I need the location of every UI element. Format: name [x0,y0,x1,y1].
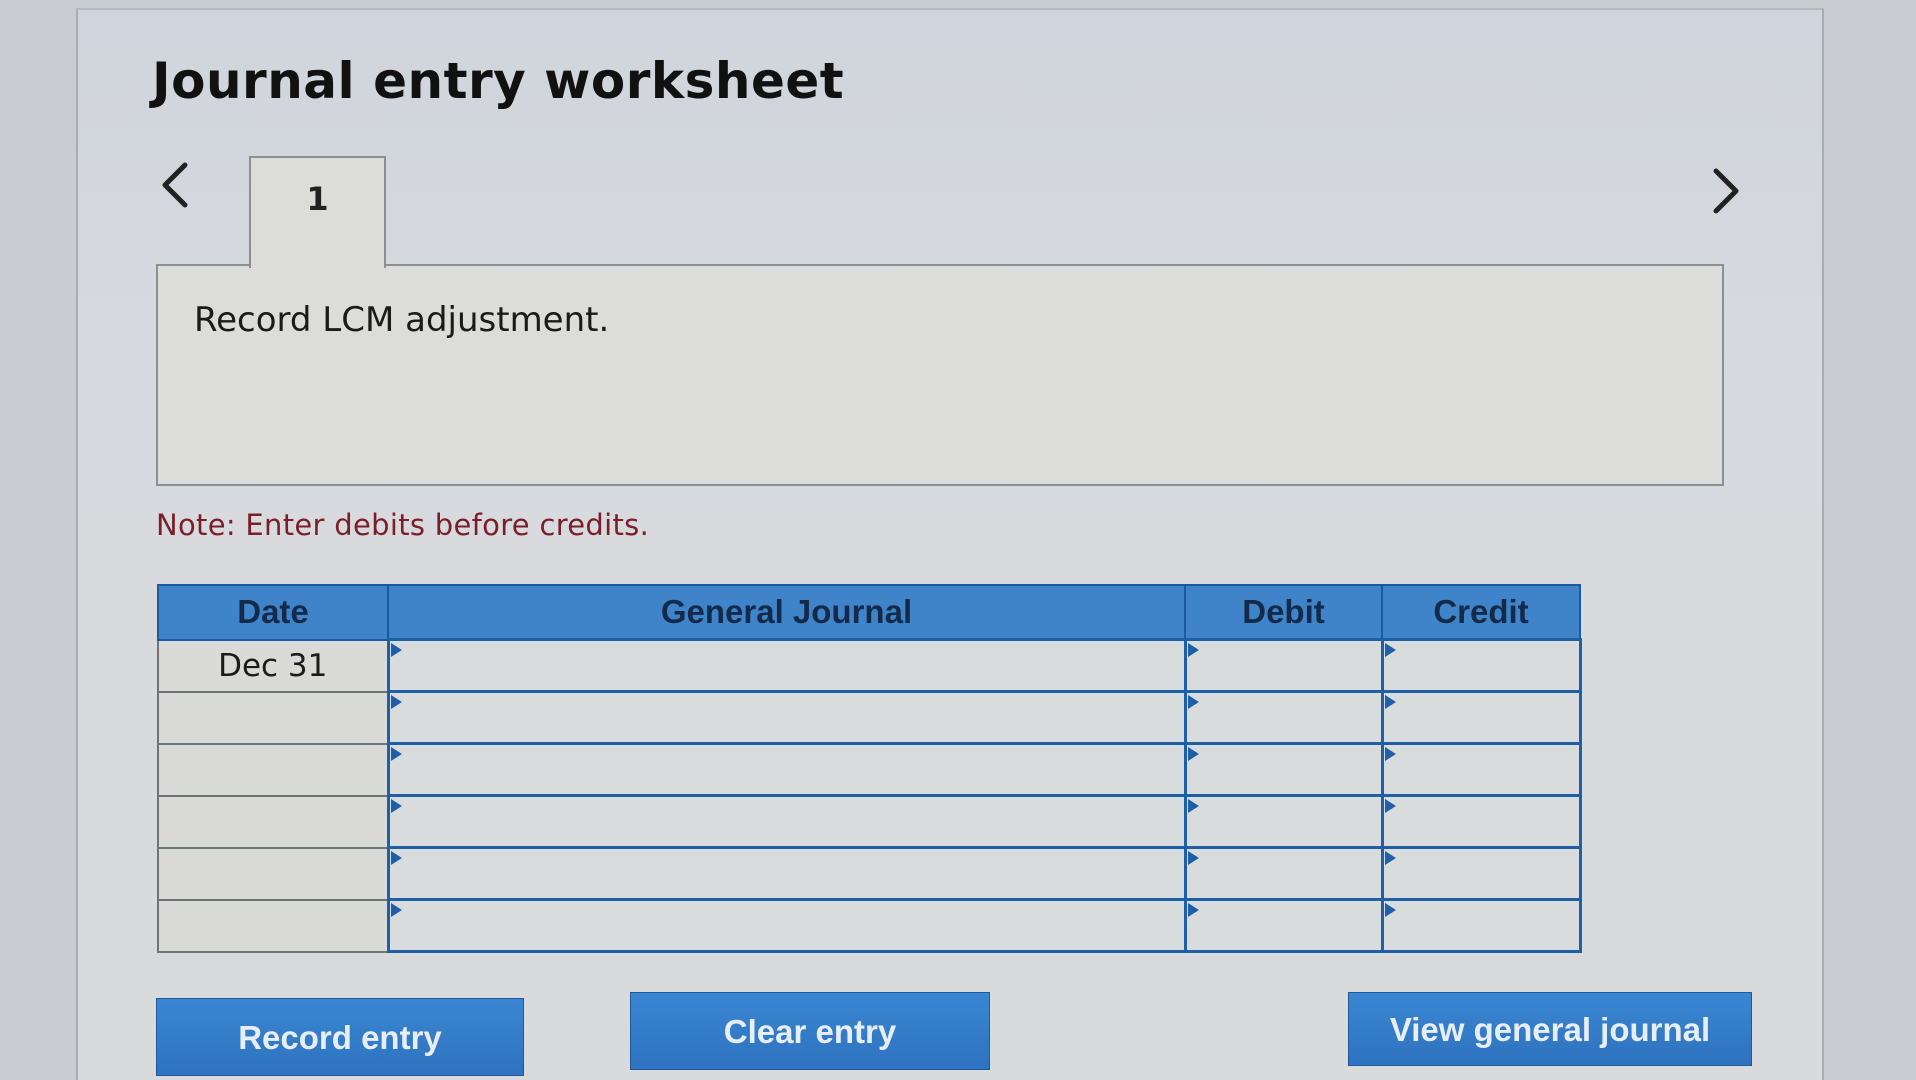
credit-input[interactable] [1380,794,1582,849]
dropdown-marker-icon [1187,851,1199,865]
date-cell[interactable] [157,846,389,901]
dropdown-marker-icon [1384,643,1396,657]
date-cell[interactable] [157,742,389,797]
table-row [157,846,1582,901]
dropdown-marker-icon [1384,799,1396,813]
credit-input[interactable] [1380,898,1582,953]
dropdown-marker-icon [390,747,402,761]
credit-input[interactable] [1380,690,1582,745]
table-row [157,898,1582,953]
table-row [157,794,1582,849]
table-row [157,690,1582,745]
dropdown-marker-icon [1187,747,1199,761]
clear-entry-button[interactable]: Clear entry [630,992,990,1070]
dropdown-marker-icon [390,903,402,917]
dropdown-marker-icon [1187,695,1199,709]
column-header-credit: Credit [1381,584,1581,641]
entry-tab-1[interactable]: 1 [249,156,386,268]
dropdown-marker-icon [1187,903,1199,917]
dropdown-marker-icon [1187,799,1199,813]
chevron-left-icon [155,160,205,210]
account-select[interactable] [386,690,1187,745]
column-header-general-journal: General Journal [387,584,1186,641]
instruction-text: Record LCM adjustment. [194,300,610,340]
account-select[interactable] [386,638,1187,693]
date-cell[interactable] [157,898,389,953]
page-title: Journal entry worksheet [152,52,845,110]
view-general-journal-button[interactable]: View general journal [1348,992,1752,1066]
next-entry-button[interactable] [1706,166,1756,226]
dropdown-marker-icon [390,799,402,813]
debit-input[interactable] [1183,638,1384,693]
note-text: Note: Enter debits before credits. [156,508,650,542]
debit-input[interactable] [1183,846,1384,901]
table-row: Dec 31 [157,638,1582,693]
table-row [157,742,1582,797]
account-select[interactable] [386,898,1187,953]
dropdown-marker-icon [1187,643,1199,657]
credit-input[interactable] [1380,638,1582,693]
record-entry-button[interactable]: Record entry [156,998,524,1076]
previous-entry-button[interactable] [155,160,205,220]
debit-input[interactable] [1183,898,1384,953]
journal-header-row: Date General Journal Debit Credit [157,584,1581,641]
instruction-box: Record LCM adjustment. [156,264,1724,486]
account-select[interactable] [386,794,1187,849]
debit-input[interactable] [1183,742,1384,797]
dropdown-marker-icon [1384,695,1396,709]
dropdown-marker-icon [1384,851,1396,865]
dropdown-marker-icon [1384,747,1396,761]
account-select[interactable] [386,846,1187,901]
account-select[interactable] [386,742,1187,797]
dropdown-marker-icon [1384,903,1396,917]
date-cell[interactable] [157,794,389,849]
credit-input[interactable] [1380,846,1582,901]
column-header-date: Date [157,584,389,641]
chevron-right-icon [1706,166,1756,216]
dropdown-marker-icon [390,695,402,709]
column-header-debit: Debit [1184,584,1383,641]
credit-input[interactable] [1380,742,1582,797]
dropdown-marker-icon [390,643,402,657]
dropdown-marker-icon [390,851,402,865]
date-cell[interactable] [157,690,389,745]
debit-input[interactable] [1183,794,1384,849]
journal-table: Date General Journal Debit Credit Dec 31 [157,584,1582,953]
debit-input[interactable] [1183,690,1384,745]
date-cell[interactable]: Dec 31 [157,638,389,693]
